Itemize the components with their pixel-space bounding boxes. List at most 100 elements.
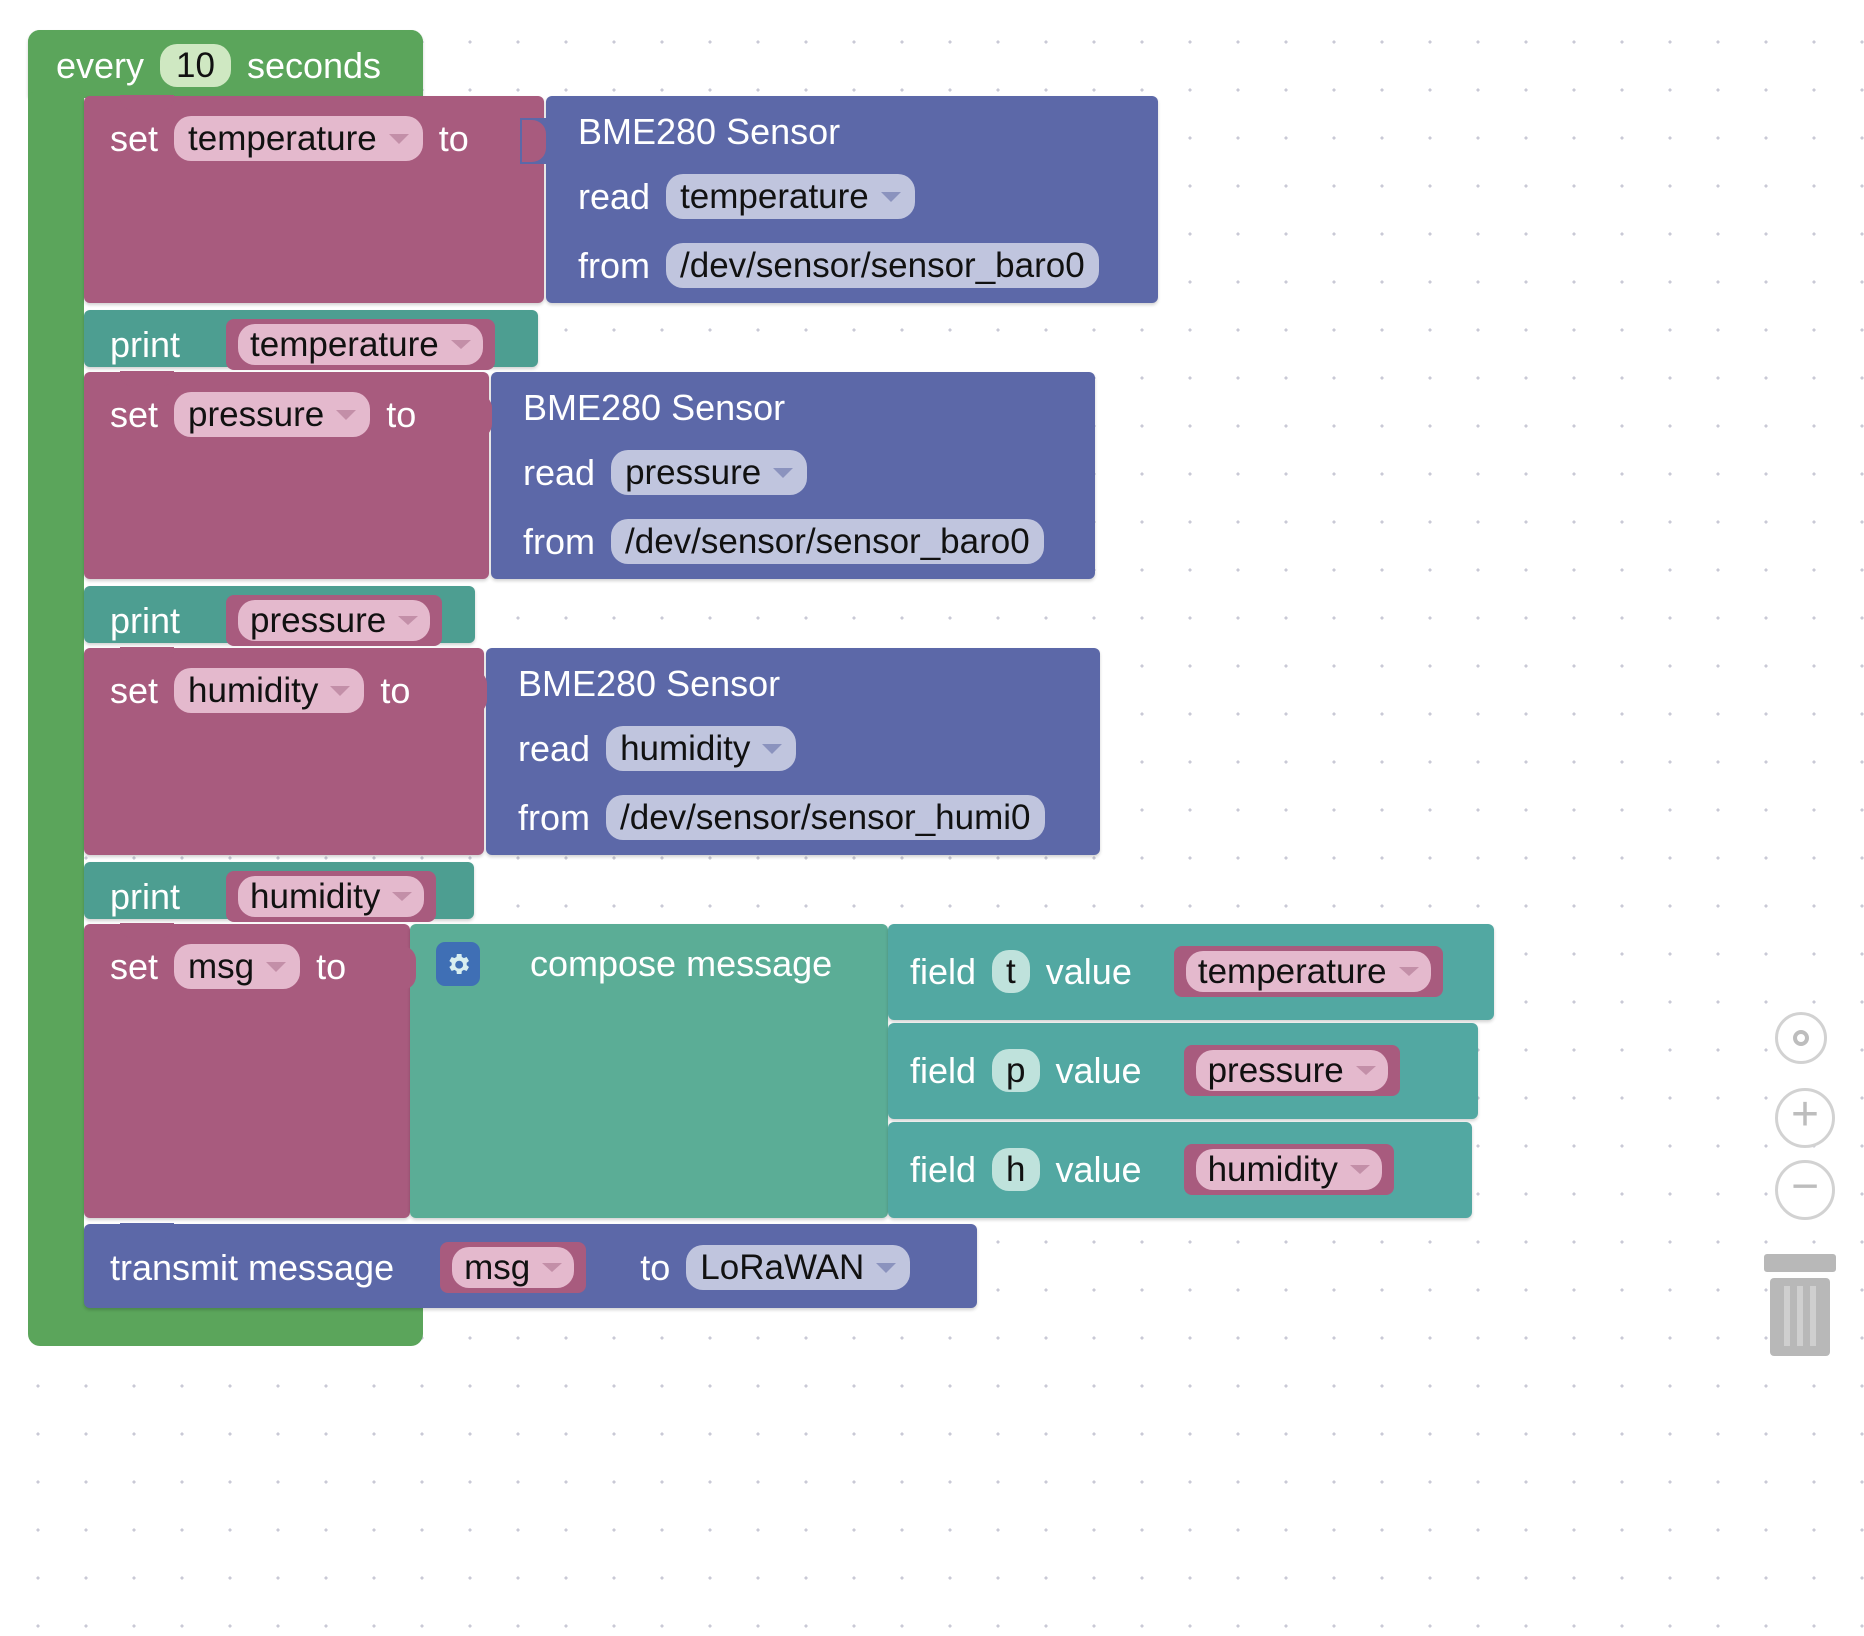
sensor-socket-pressure xyxy=(466,394,492,438)
read-label: read xyxy=(518,727,591,769)
sensor-block-pressure[interactable]: BME280 Sensor read pressure from /dev/se… xyxy=(491,372,1095,579)
variable-block-temperature[interactable]: temperature xyxy=(226,319,495,370)
set-humidity-block[interactable]: set humidity to xyxy=(84,647,484,855)
chevron-down-icon xyxy=(762,743,783,754)
read-label: read xyxy=(523,451,596,493)
value-label: value xyxy=(1055,1148,1142,1190)
zoom-in-button[interactable]: + xyxy=(1775,1088,1835,1148)
sensor-title: BME280 Sensor xyxy=(578,111,841,152)
destination-dropdown[interactable]: LoRaWAN xyxy=(686,1245,911,1290)
chevron-down-icon xyxy=(773,467,794,478)
device-path-field-temperature[interactable]: /dev/sensor/sensor_baro0 xyxy=(666,243,1099,288)
variable-block-humidity[interactable]: humidity xyxy=(226,871,437,922)
chevron-down-icon xyxy=(266,961,287,972)
variable-dropdown-humidity[interactable]: humidity xyxy=(174,668,365,713)
sensor-title: BME280 Sensor xyxy=(518,663,781,704)
print-label: print xyxy=(110,323,181,365)
variable-block-pressure[interactable]: pressure xyxy=(226,595,443,646)
set-label: set xyxy=(110,945,159,987)
transmit-label: transmit message xyxy=(110,1246,395,1288)
print-block-humidity[interactable]: print humidity xyxy=(84,862,474,922)
transmit-message-block[interactable]: transmit message msg to LoRaWAN xyxy=(84,1223,977,1308)
variable-dropdown-field-h[interactable]: humidity xyxy=(1195,1149,1382,1190)
variable-name: temperature xyxy=(250,325,439,364)
field-row-h[interactable]: field h value humidity xyxy=(888,1122,1472,1218)
print-label: print xyxy=(110,599,181,641)
compose-socket xyxy=(392,946,416,990)
to-label: to xyxy=(316,945,347,987)
variable-block-msg[interactable]: msg xyxy=(440,1242,587,1293)
gear-icon[interactable] xyxy=(436,942,480,986)
event-block-spine xyxy=(28,92,84,1310)
zoom-out-button[interactable]: − xyxy=(1775,1160,1835,1220)
measurement-dropdown-pressure[interactable]: pressure xyxy=(611,450,808,495)
variable-block-field-t[interactable]: temperature xyxy=(1173,946,1443,997)
from-label: from xyxy=(578,244,650,286)
print-block-temperature[interactable]: print temperature xyxy=(84,310,538,370)
variable-dropdown-humidity-print[interactable]: humidity xyxy=(238,876,425,917)
device-path-field-pressure[interactable]: /dev/sensor/sensor_baro0 xyxy=(611,519,1044,564)
variable-dropdown-msg-transmit[interactable]: msg xyxy=(452,1247,575,1288)
sensor-socket-humidity xyxy=(461,670,487,714)
field-key-input-p[interactable]: p xyxy=(992,1049,1040,1092)
variable-dropdown-pressure-print[interactable]: pressure xyxy=(238,600,431,641)
target-center-icon xyxy=(1793,1030,1809,1046)
sensor-block-temperature[interactable]: BME280 Sensor read temperature from /dev… xyxy=(546,96,1158,303)
event-label-seconds: seconds xyxy=(246,44,382,86)
set-pressure-block[interactable]: set pressure to xyxy=(84,371,489,579)
set-label: set xyxy=(110,117,159,159)
sensor-block-humidity[interactable]: BME280 Sensor read humidity from /dev/se… xyxy=(486,648,1100,855)
chevron-down-icon xyxy=(1355,1066,1376,1075)
variable-dropdown-field-t[interactable]: temperature xyxy=(1185,951,1431,992)
field-key-input-t[interactable]: t xyxy=(992,950,1030,993)
variable-name: msg xyxy=(188,947,255,986)
chevron-down-icon xyxy=(330,685,351,696)
read-label: read xyxy=(578,175,651,217)
variable-name: pressure xyxy=(188,395,325,434)
measurement-name: humidity xyxy=(620,729,751,768)
variable-dropdown-msg[interactable]: msg xyxy=(174,944,301,989)
measurement-dropdown-temperature[interactable]: temperature xyxy=(666,174,915,219)
chevron-down-icon xyxy=(1398,967,1419,976)
center-workspace-button[interactable] xyxy=(1775,1012,1827,1064)
sensor-socket-temperature xyxy=(522,120,546,162)
from-label: from xyxy=(518,796,590,838)
variable-dropdown-temperature[interactable]: temperature xyxy=(174,116,423,161)
chevron-down-icon xyxy=(336,409,357,420)
variable-name: msg xyxy=(464,1248,531,1287)
device-path-field-humidity[interactable]: /dev/sensor/sensor_humi0 xyxy=(606,795,1045,840)
measurement-name: temperature xyxy=(680,177,869,216)
measurement-name: pressure xyxy=(625,453,762,492)
blockly-workspace[interactable]: every 10 seconds set temperature to BME2… xyxy=(0,0,1864,1636)
field-row-t[interactable]: field t value temperature xyxy=(888,924,1494,1020)
to-label: to xyxy=(386,393,417,435)
field-key-input-h[interactable]: h xyxy=(992,1148,1040,1191)
variable-name: temperature xyxy=(1197,952,1387,991)
field-row-p[interactable]: field p value pressure xyxy=(888,1023,1478,1119)
plus-icon: + xyxy=(1790,1088,1820,1141)
set-temperature-block[interactable]: set temperature to xyxy=(84,95,544,303)
compose-message-title: compose message xyxy=(530,943,833,984)
variable-name: humidity xyxy=(250,877,381,916)
field-label: field xyxy=(910,1148,977,1190)
interval-input[interactable]: 10 xyxy=(160,44,231,87)
print-block-pressure[interactable]: print pressure xyxy=(84,586,475,646)
variable-name: humidity xyxy=(1207,1150,1338,1189)
chevron-down-icon xyxy=(542,1263,563,1272)
event-label-every: every xyxy=(56,44,145,86)
variable-dropdown-field-p[interactable]: pressure xyxy=(1195,1050,1388,1091)
from-label: from xyxy=(523,520,595,562)
set-msg-block[interactable]: set msg to xyxy=(84,923,410,1218)
variable-name: pressure xyxy=(1207,1051,1344,1090)
measurement-dropdown-humidity[interactable]: humidity xyxy=(606,726,797,771)
chevron-down-icon xyxy=(876,1262,897,1273)
variable-dropdown-pressure[interactable]: pressure xyxy=(174,392,371,437)
field-label: field xyxy=(910,950,977,992)
variable-block-field-p[interactable]: pressure xyxy=(1183,1045,1400,1096)
variable-block-field-h[interactable]: humidity xyxy=(1183,1144,1394,1195)
minus-icon: − xyxy=(1790,1160,1820,1213)
set-label: set xyxy=(110,393,159,435)
variable-dropdown-temperature-print[interactable]: temperature xyxy=(238,324,483,365)
compose-message-block[interactable]: compose message xyxy=(410,924,888,1218)
trash-icon[interactable] xyxy=(1750,1248,1850,1365)
